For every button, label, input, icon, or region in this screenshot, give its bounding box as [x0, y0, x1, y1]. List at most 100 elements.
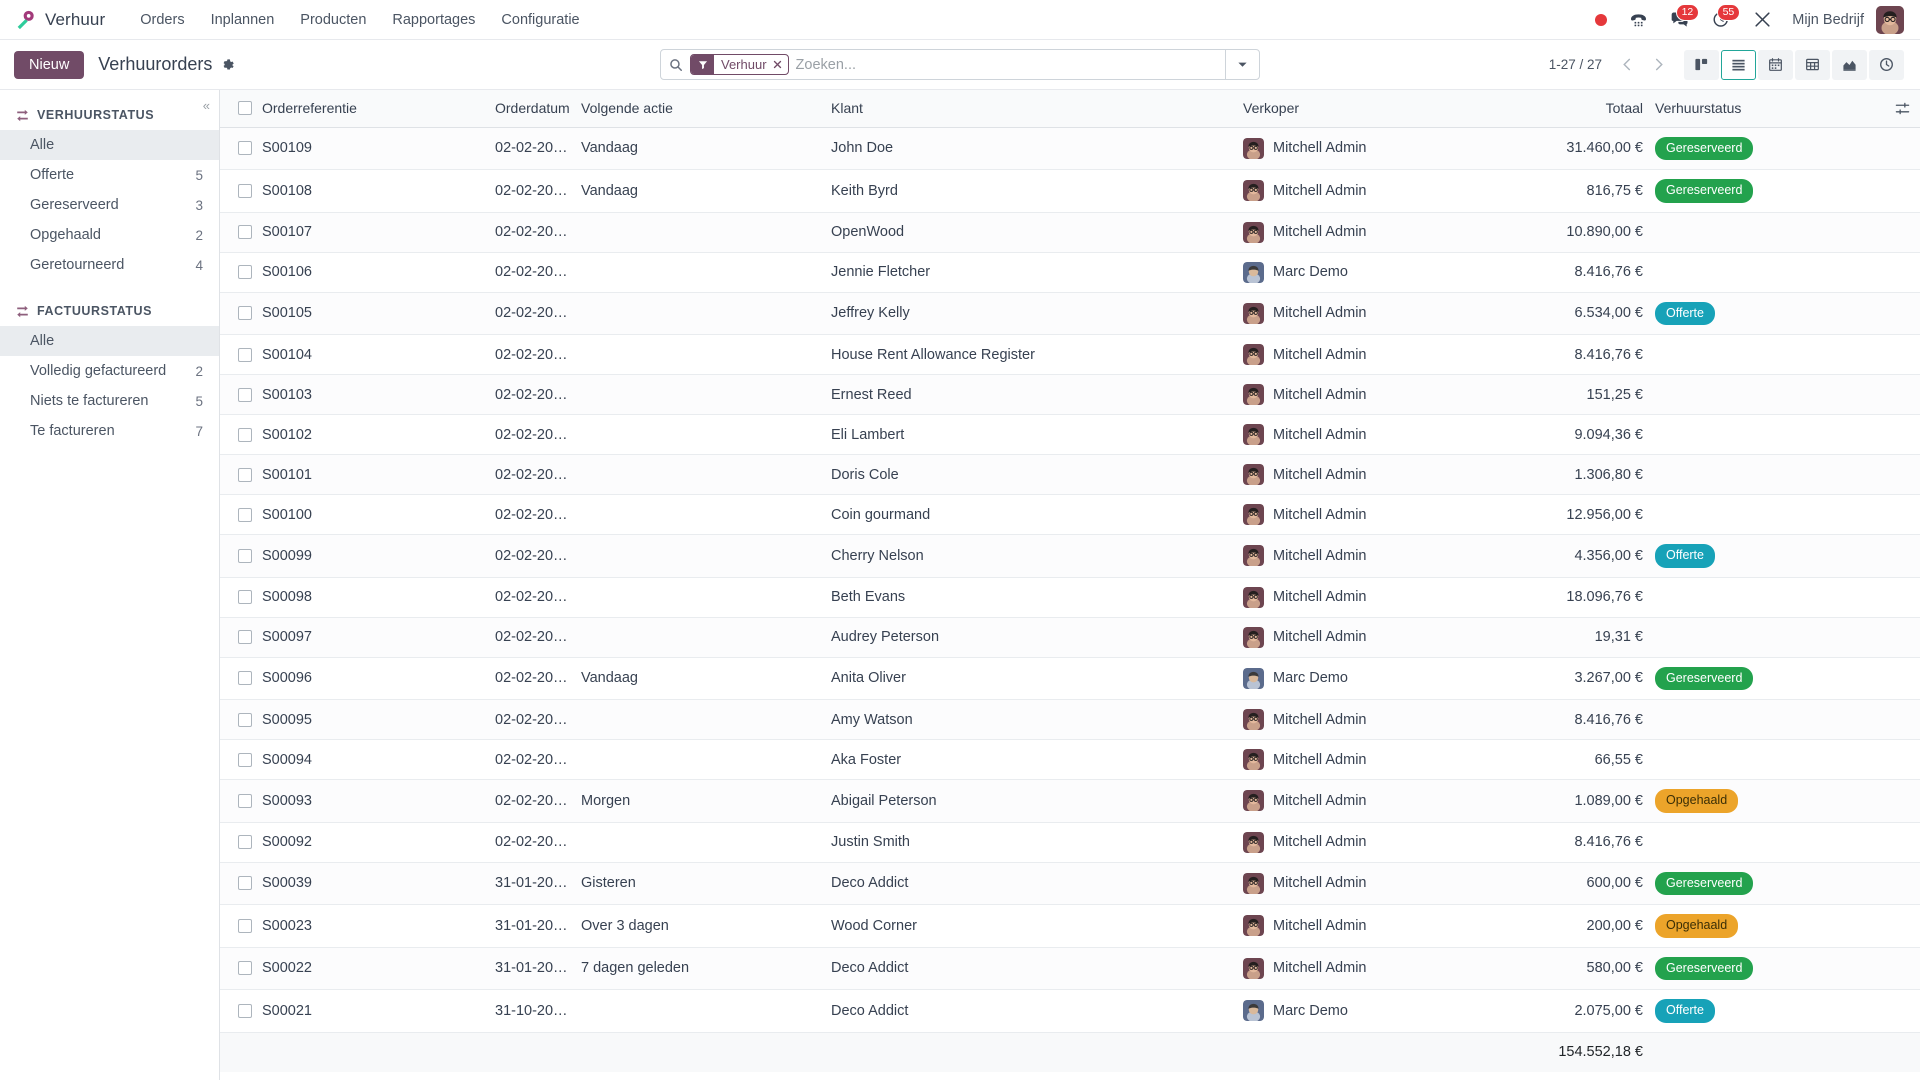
row-checkbox[interactable]: [238, 961, 252, 975]
cell-reference[interactable]: S00099: [254, 535, 489, 578]
row-checkbox[interactable]: [238, 468, 252, 482]
cell-reference[interactable]: S00093: [254, 780, 489, 823]
sidebar-item-offerte[interactable]: Offerte 5: [0, 160, 219, 190]
sidebar-item-volledig-gefactureerd[interactable]: Volledig gefactureerd 2: [0, 356, 219, 386]
record-dot-icon[interactable]: [1584, 0, 1618, 40]
table-row[interactable]: S00039 31-01-202… Gisteren Deco Addict M…: [220, 862, 1920, 905]
chevron-left-icon[interactable]: [1612, 50, 1643, 80]
view-button-pivot[interactable]: [1795, 50, 1830, 80]
cell-reference[interactable]: S00021: [254, 990, 489, 1033]
searchview[interactable]: Verhuur: [660, 49, 1260, 80]
sidebar-item-alle[interactable]: Alle: [0, 326, 219, 356]
cell-reference[interactable]: S00023: [254, 905, 489, 948]
row-checkbox[interactable]: [238, 630, 252, 644]
sidebar-item-geretourneerd[interactable]: Geretourneerd 4: [0, 250, 219, 280]
sidebar-item-gereserveerd[interactable]: Gereserveerd 3: [0, 190, 219, 220]
column-header-client[interactable]: Klant: [825, 90, 1237, 127]
cell-reference[interactable]: S00100: [254, 495, 489, 535]
view-button-calendar[interactable]: [1758, 50, 1793, 80]
row-checkbox[interactable]: [238, 549, 252, 563]
sliders-icon[interactable]: [1890, 101, 1914, 116]
cell-reference[interactable]: S00101: [254, 455, 489, 495]
search-input[interactable]: [796, 50, 1225, 79]
table-row[interactable]: S00098 02-02-202… Beth Evans Mitchell Ad…: [220, 577, 1920, 617]
cell-reference[interactable]: S00103: [254, 375, 489, 415]
row-checkbox[interactable]: [238, 919, 252, 933]
row-checkbox[interactable]: [238, 671, 252, 685]
menu-item-configuratie[interactable]: Configuratie: [488, 3, 592, 37]
avatar[interactable]: [1876, 6, 1904, 34]
table-row[interactable]: S00095 02-02-202… Amy Watson Mitchell Ad…: [220, 700, 1920, 740]
table-row[interactable]: S00107 02-02-202… OpenWood Mitchell Admi…: [220, 212, 1920, 252]
search-facet-verhuur[interactable]: Verhuur: [690, 54, 789, 75]
cell-reference[interactable]: S00092: [254, 822, 489, 862]
table-row[interactable]: S00106 02-02-202… Jennie Fletcher Marc D…: [220, 252, 1920, 292]
cell-reference[interactable]: S00094: [254, 740, 489, 780]
sidebar-item-niets-te-factureren[interactable]: Niets te factureren 5: [0, 386, 219, 416]
row-checkbox[interactable]: [238, 835, 252, 849]
cell-reference[interactable]: S00105: [254, 292, 489, 335]
cell-reference[interactable]: S00106: [254, 252, 489, 292]
row-checkbox[interactable]: [238, 225, 252, 239]
row-checkbox[interactable]: [238, 428, 252, 442]
company-switcher[interactable]: Mijn Bedrijf: [1783, 12, 1876, 28]
column-header-seller[interactable]: Verkoper: [1237, 90, 1499, 127]
cell-reference[interactable]: S00102: [254, 415, 489, 455]
row-checkbox[interactable]: [238, 184, 252, 198]
row-checkbox[interactable]: [238, 348, 252, 362]
messages-menu[interactable]: 12: [1659, 0, 1701, 40]
cell-reference[interactable]: S00109: [254, 127, 489, 170]
chevron-right-icon[interactable]: [1643, 50, 1674, 80]
menu-item-rapportages[interactable]: Rapportages: [379, 3, 488, 37]
row-checkbox[interactable]: [238, 876, 252, 890]
row-checkbox[interactable]: [238, 508, 252, 522]
brand[interactable]: Verhuur: [14, 9, 105, 31]
table-row[interactable]: S00096 02-02-202… Vandaag Anita Oliver M…: [220, 657, 1920, 700]
table-row[interactable]: S00097 02-02-202… Audrey Peterson Mitche…: [220, 617, 1920, 657]
table-row[interactable]: S00101 02-02-202… Doris Cole Mitchell Ad…: [220, 455, 1920, 495]
row-checkbox[interactable]: [238, 388, 252, 402]
cell-reference[interactable]: S00104: [254, 335, 489, 375]
cell-reference[interactable]: S00098: [254, 577, 489, 617]
table-row[interactable]: S00021 31-10-202… Deco Addict Marc Demo …: [220, 990, 1920, 1033]
collapse-left-icon[interactable]: «: [203, 99, 210, 112]
table-row[interactable]: S00109 02-02-202… Vandaag John Doe Mitch…: [220, 127, 1920, 170]
sidebar-item-alle[interactable]: Alle: [0, 130, 219, 160]
cell-reference[interactable]: S00095: [254, 700, 489, 740]
cell-reference[interactable]: S00097: [254, 617, 489, 657]
row-checkbox[interactable]: [238, 794, 252, 808]
table-row[interactable]: S00100 02-02-202… Coin gourmand Mitchell…: [220, 495, 1920, 535]
cell-reference[interactable]: S00039: [254, 862, 489, 905]
row-checkbox[interactable]: [238, 753, 252, 767]
table-row[interactable]: S00102 02-02-202… Eli Lambert Mitchell A…: [220, 415, 1920, 455]
chevron-down-icon[interactable]: [1225, 50, 1259, 79]
column-header-status[interactable]: Verhuurstatus: [1649, 90, 1884, 127]
view-button-graph[interactable]: [1832, 50, 1867, 80]
select-all-checkbox[interactable]: [238, 101, 252, 115]
wrench-tools-icon[interactable]: [1742, 0, 1783, 40]
row-checkbox[interactable]: [238, 590, 252, 604]
table-row[interactable]: S00108 02-02-202… Vandaag Keith Byrd Mit…: [220, 170, 1920, 213]
table-row[interactable]: S00094 02-02-202… Aka Foster Mitchell Ad…: [220, 740, 1920, 780]
column-header-total[interactable]: Totaal: [1499, 90, 1649, 127]
table-row[interactable]: S00092 02-02-202… Justin Smith Mitchell …: [220, 822, 1920, 862]
new-button[interactable]: Nieuw: [14, 51, 84, 79]
table-row[interactable]: S00022 31-01-202… 7 dagen geleden Deco A…: [220, 947, 1920, 990]
table-row[interactable]: S00023 31-01-202… Over 3 dagen Wood Corn…: [220, 905, 1920, 948]
sidebar-item-te-factureren[interactable]: Te factureren 7: [0, 416, 219, 446]
dialpad-phone-icon[interactable]: [1618, 0, 1659, 40]
sidebar-item-opgehaald[interactable]: Opgehaald 2: [0, 220, 219, 250]
row-checkbox[interactable]: [238, 265, 252, 279]
gear-icon[interactable]: [221, 58, 235, 72]
column-header-next-action[interactable]: Volgende actie: [575, 90, 825, 127]
row-checkbox[interactable]: [238, 141, 252, 155]
column-header-reference[interactable]: Orderreferentie: [254, 90, 489, 127]
table-row[interactable]: S00103 02-02-202… Ernest Reed Mitchell A…: [220, 375, 1920, 415]
table-row[interactable]: S00105 02-02-202… Jeffrey Kelly Mitchell…: [220, 292, 1920, 335]
row-checkbox[interactable]: [238, 713, 252, 727]
row-checkbox[interactable]: [238, 306, 252, 320]
view-button-kanban[interactable]: [1684, 50, 1719, 80]
cell-reference[interactable]: S00107: [254, 212, 489, 252]
cell-reference[interactable]: S00096: [254, 657, 489, 700]
activities-menu[interactable]: 55: [1701, 0, 1742, 40]
